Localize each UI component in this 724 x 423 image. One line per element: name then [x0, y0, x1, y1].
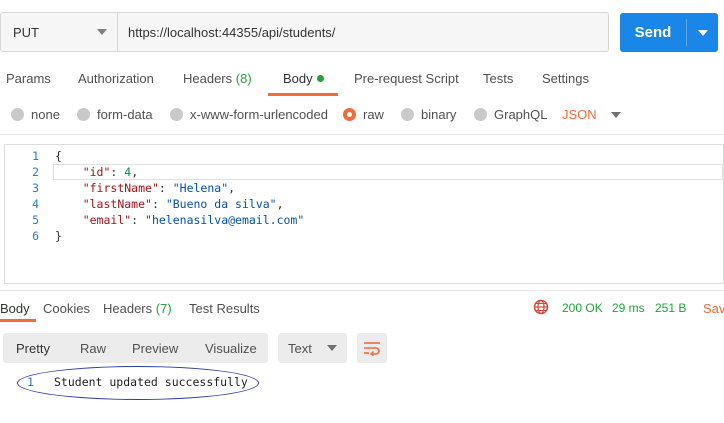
tab-tests[interactable]: Tests: [483, 71, 513, 86]
response-tab-headers-label: Headers: [103, 301, 153, 316]
code-line: }: [55, 229, 62, 243]
response-format-select[interactable]: Text: [278, 333, 347, 363]
code-line: {: [55, 149, 62, 163]
send-button[interactable]: Send: [620, 13, 718, 52]
tab-pre-request-script[interactable]: Pre-request Script: [354, 71, 459, 86]
line-number: 1: [32, 149, 39, 163]
body-format-select[interactable]: JSON: [562, 107, 621, 122]
json-key: "email": [82, 213, 132, 227]
highlight-ellipse: [17, 366, 259, 400]
radio-urlencoded[interactable]: x-www-form-urlencoded: [170, 107, 328, 122]
chevron-down-icon: [610, 111, 621, 118]
globe-icon[interactable]: [533, 299, 549, 315]
divider: [0, 290, 724, 291]
json-key: "id": [82, 165, 111, 179]
response-tab-headers-count: (7): [155, 301, 172, 316]
response-tab-headers[interactable]: Headers (7): [103, 301, 172, 316]
active-response-tab-underline: [0, 319, 36, 322]
code-line: "lastName": "Bueno da silva",: [82, 197, 284, 211]
radio-graphql-label: GraphQL: [494, 107, 548, 122]
radio-none-label: none: [31, 107, 60, 122]
view-raw[interactable]: Raw: [80, 341, 106, 356]
send-label: Send: [634, 24, 672, 41]
response-tab-body[interactable]: Body: [0, 301, 30, 316]
divider: [0, 134, 724, 135]
radio-raw[interactable]: raw: [343, 107, 384, 122]
json-value: "Helena": [172, 181, 229, 195]
open-brace: {: [55, 149, 62, 163]
chevron-down-icon: [327, 345, 337, 351]
radio-urlencoded-label: x-www-form-urlencoded: [190, 107, 328, 122]
radio-none[interactable]: none: [11, 107, 60, 122]
radio-raw-label: raw: [363, 107, 384, 122]
url-input[interactable]: https://localhost:44355/api/students/: [118, 13, 608, 51]
code-line: "email": "helenasilva@email.com": [82, 213, 305, 227]
request-body-editor[interactable]: 1 2 3 4 5 6 { "id": 4, "firstName": "Hel…: [4, 144, 724, 284]
radio-circle-icon: [77, 108, 90, 121]
request-tabs: Params Authorization Headers (8) Body Pr…: [0, 62, 724, 96]
send-options-button[interactable]: [687, 13, 718, 52]
response-view-switch: Pretty Raw Preview Visualize: [3, 333, 268, 363]
radio-circle-icon: [474, 108, 487, 121]
radio-graphql[interactable]: GraphQL: [474, 107, 547, 122]
line-number: 3: [32, 181, 39, 195]
response-time[interactable]: 29 ms: [612, 301, 645, 315]
radio-circle-icon: [170, 108, 183, 121]
json-key: "lastName": [82, 197, 152, 211]
code-line: "id": 4,: [82, 165, 139, 179]
json-suffix: ,: [228, 181, 236, 195]
line-number-gutter: 1 2 3 4 5 6: [5, 145, 45, 283]
tab-authorization[interactable]: Authorization: [78, 71, 154, 86]
body-indicator-dot-icon: [316, 75, 324, 82]
radio-form-data[interactable]: form-data: [77, 107, 153, 122]
current-line-highlight: [53, 164, 723, 180]
json-value: "Bueno da silva": [165, 197, 277, 211]
response-tab-test-results[interactable]: Test Results: [189, 301, 260, 316]
json-key: "firstName": [82, 181, 159, 195]
line-number: 2: [32, 165, 39, 179]
wrap-lines-button[interactable]: [357, 333, 387, 363]
response-status[interactable]: 200 OK: [562, 301, 603, 315]
radio-circle-icon: [11, 108, 24, 121]
tab-settings[interactable]: Settings: [542, 71, 589, 86]
radio-form-data-label: form-data: [97, 107, 153, 122]
method-select[interactable]: PUT: [1, 13, 118, 51]
request-bar: PUT https://localhost:44355/api/students…: [0, 12, 609, 52]
line-number: 4: [32, 197, 39, 211]
json-suffix: ,: [276, 197, 284, 211]
radio-circle-icon: [401, 108, 414, 121]
url-text: https://localhost:44355/api/students/: [128, 24, 336, 40]
tab-headers-label: Headers: [183, 71, 233, 86]
close-brace: }: [55, 229, 62, 243]
response-tab-cookies[interactable]: Cookies: [43, 301, 90, 316]
json-value: "helenasilva@email.com": [145, 213, 305, 227]
body-type-options: none form-data x-www-form-urlencoded raw…: [0, 104, 724, 126]
line-number: 6: [32, 229, 39, 243]
active-tab-underline: [268, 93, 338, 96]
radio-binary[interactable]: binary: [401, 107, 456, 122]
radio-binary-label: binary: [421, 107, 457, 122]
tab-body[interactable]: Body: [283, 71, 324, 86]
view-pretty[interactable]: Pretty: [16, 341, 50, 356]
code-line: "firstName": "Helena",: [82, 181, 236, 195]
tab-headers[interactable]: Headers (8): [183, 71, 252, 86]
chevron-down-icon: [97, 29, 107, 35]
method-label: PUT: [13, 24, 39, 40]
response-tabs: Body Cookies Headers (7) Test Results 20…: [0, 296, 724, 322]
response-size[interactable]: 251 B: [655, 301, 686, 315]
tab-headers-count: (8): [235, 71, 252, 86]
chevron-down-icon: [697, 29, 708, 36]
radio-selected-icon: [343, 108, 356, 121]
view-preview[interactable]: Preview: [132, 341, 178, 356]
save-response-button[interactable]: Save: [703, 301, 724, 316]
view-visualize[interactable]: Visualize: [205, 341, 257, 356]
tab-params[interactable]: Params: [6, 71, 51, 86]
body-format-label: JSON: [562, 107, 597, 122]
wrap-lines-icon: [364, 342, 380, 356]
json-suffix: ,: [131, 165, 139, 179]
response-format-label: Text: [288, 340, 312, 356]
tab-body-label: Body: [283, 71, 313, 86]
line-number: 5: [32, 213, 39, 227]
